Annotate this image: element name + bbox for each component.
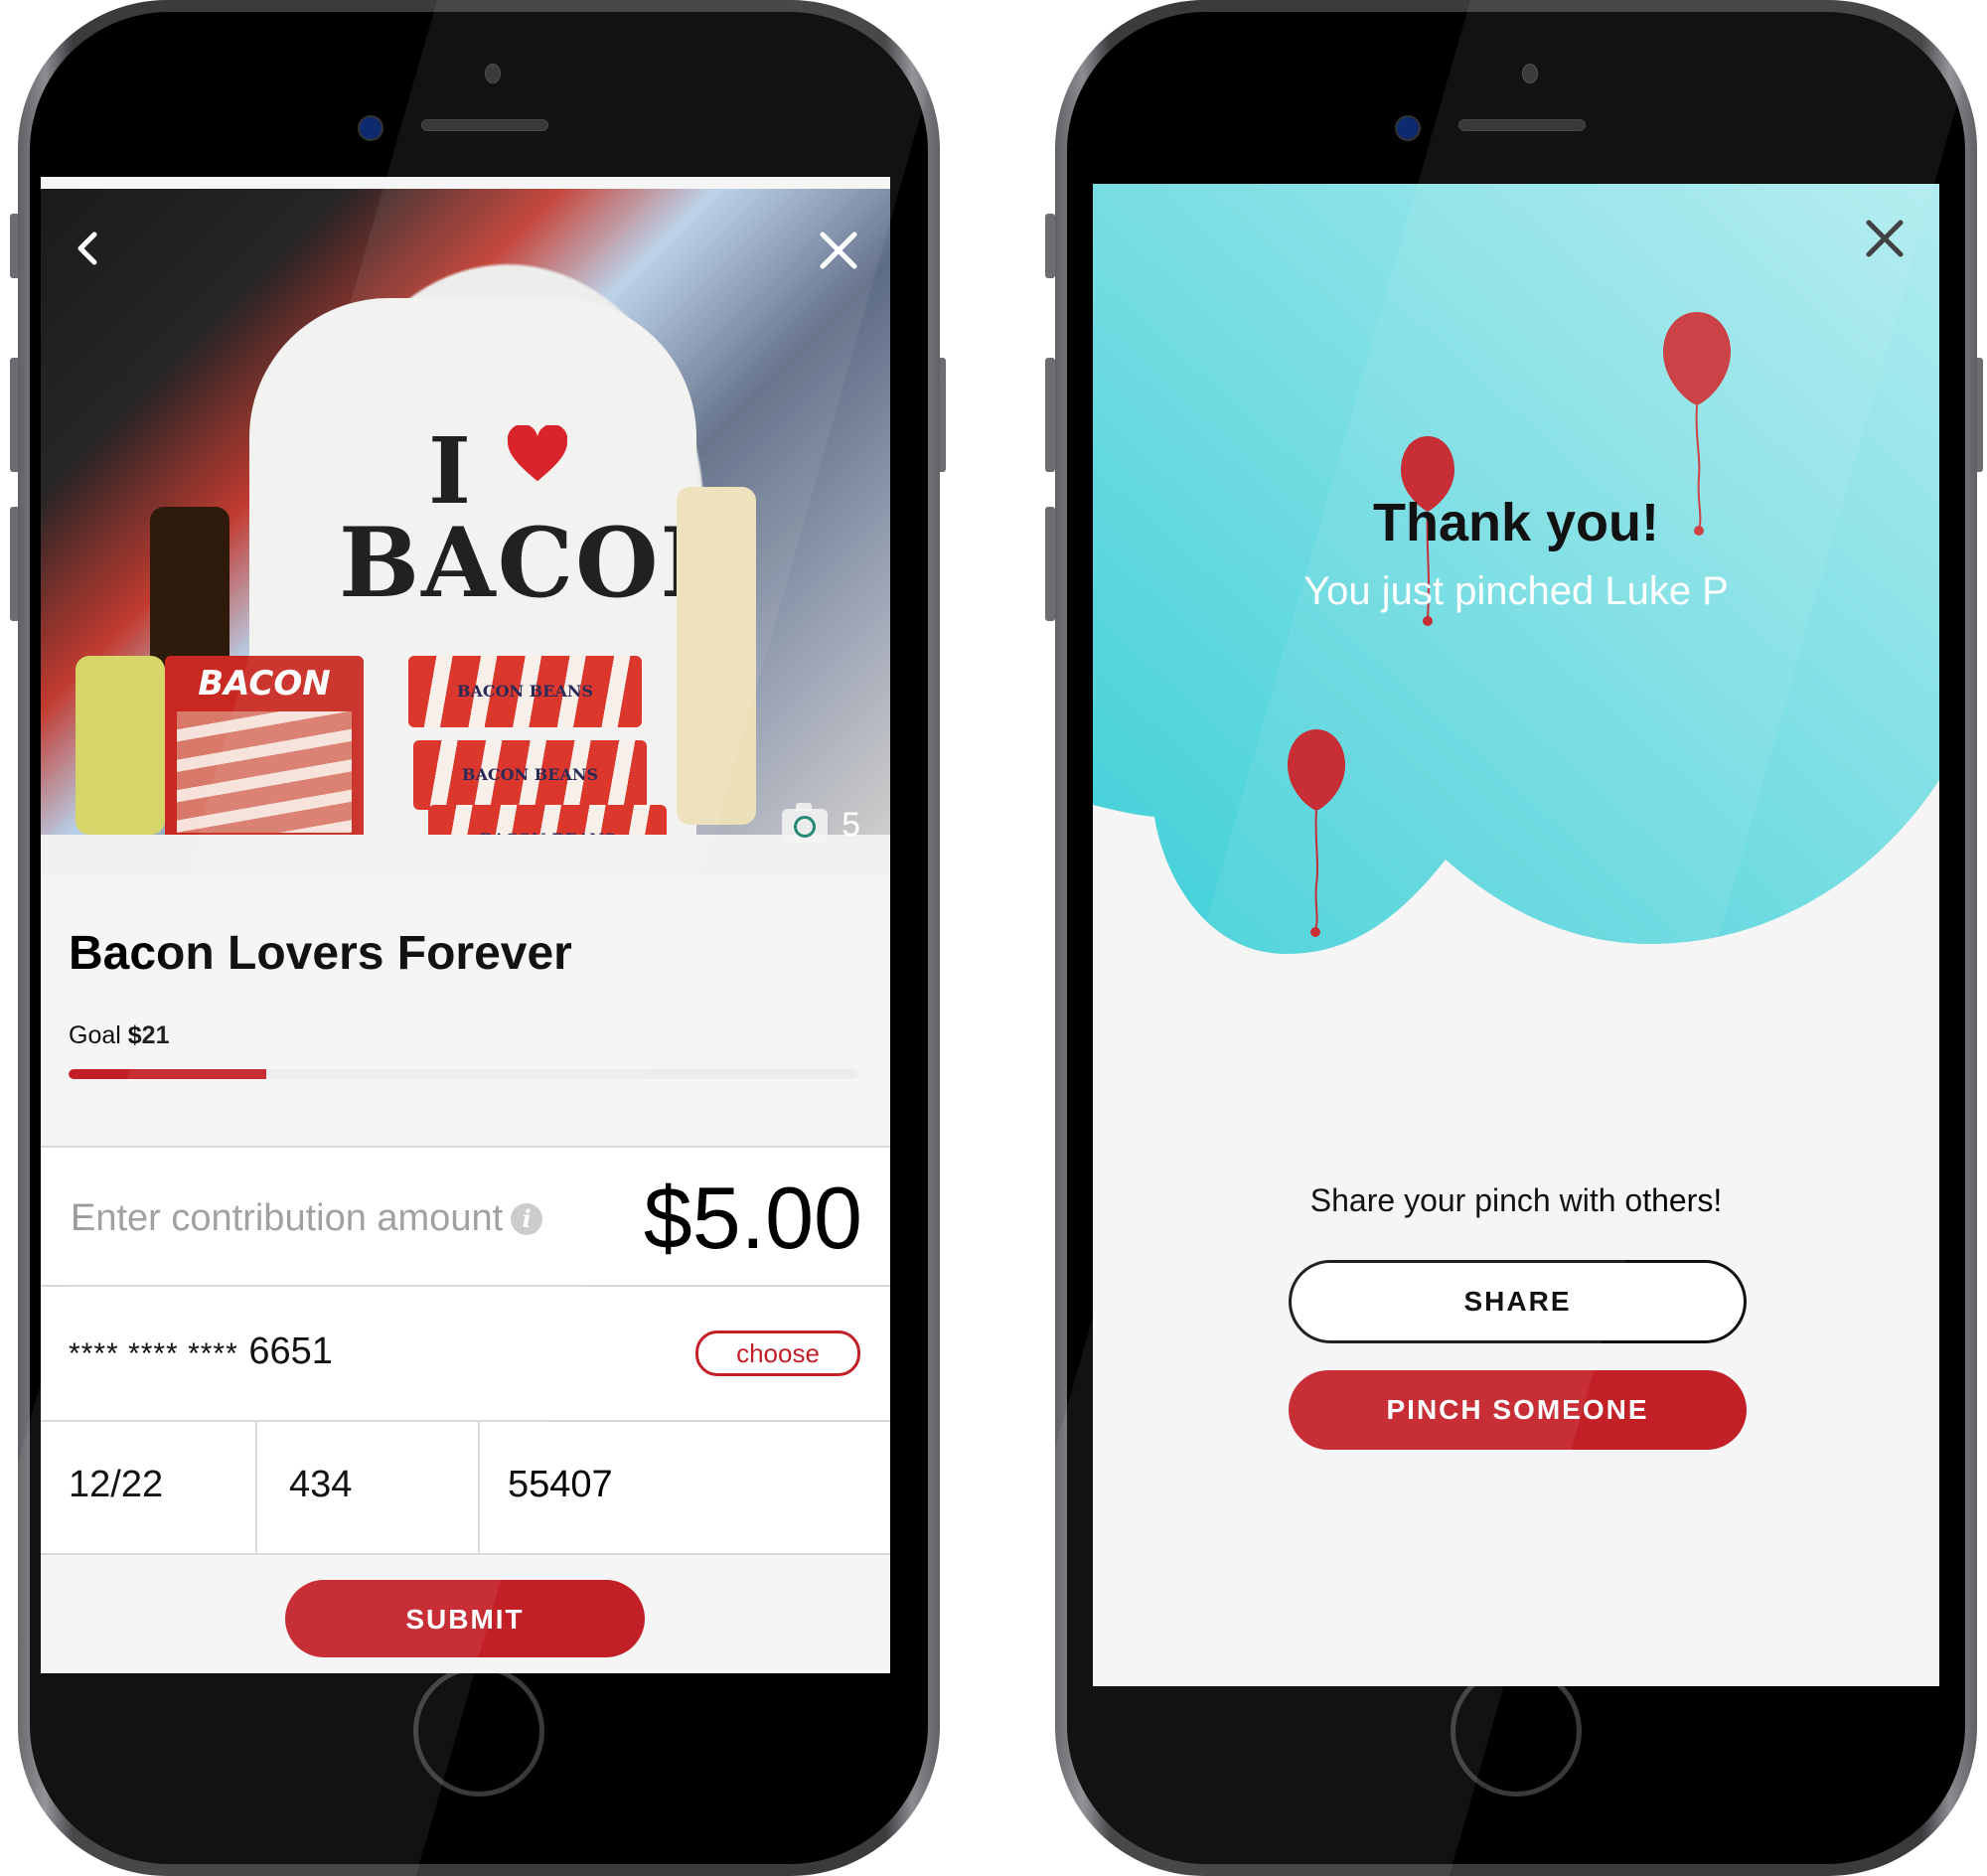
campaign-title: Bacon Lovers Forever [69,927,572,980]
proximity-sensor [1522,64,1538,83]
thank-you-title: Thank you! [1372,493,1659,552]
goal-progress-bar [69,1069,858,1079]
campaign-info: Bacon Lovers Forever Goal $21 [41,874,890,1153]
earpiece-speaker [421,119,548,131]
card-number-field[interactable]: **** **** **** 6651 [69,1330,333,1373]
close-icon[interactable] [1862,216,1908,261]
pinch-someone-button[interactable]: PINCH SOMEONE [1289,1370,1747,1450]
card-details-row: 12/22 434 55407 [41,1420,890,1555]
thank-you-screen: Thank you! You just pinched Luke P Share… [1093,184,1939,1686]
balloon-icon [1288,729,1345,937]
info-icon[interactable]: i [511,1202,543,1235]
camera-icon [782,802,829,843]
bacon-beans-box: BACON BEANS [408,656,642,727]
choose-card-button[interactable]: choose [695,1330,860,1376]
mute-switch [1045,214,1055,278]
volume-down-button [1045,507,1055,621]
submit-button[interactable]: SUBMIT [285,1580,645,1657]
goal-amount: $21 [127,1021,170,1049]
expiry-field[interactable]: 12/22 [41,1422,255,1553]
back-chevron-icon[interactable] [69,229,108,268]
contribution-screen: I BACON BACON BACON BEANS BACON BEANS BA… [41,177,890,1673]
photo-gallery-count[interactable]: 5 [782,802,860,845]
card-last4: 6651 [248,1330,333,1372]
card-number-mask: **** **** **** [69,1337,238,1370]
goal-progress-fill [69,1069,266,1079]
close-icon[interactable] [817,229,860,272]
heart-icon [508,425,567,482]
bacon-beans-box: BACON BEANS [413,740,647,810]
pinched-recipient-text: You just pinched Luke P [1303,569,1729,613]
cvv-field[interactable]: 434 [255,1422,478,1553]
home-button[interactable] [413,1665,544,1797]
water-bottle [677,487,756,825]
front-camera [358,115,383,141]
contribution-amount-row[interactable]: Enter contribution amount i $5.00 [41,1146,890,1285]
photo-count-value: 5 [841,806,860,844]
display-table [41,835,890,874]
campaign-goal: Goal $21 [69,1021,169,1050]
contribution-amount-label: Enter contribution amount i [71,1197,543,1240]
share-prompt: Share your pinch with others! [1309,1182,1723,1218]
front-camera [1395,115,1421,141]
proximity-sensor [485,64,501,83]
earpiece-speaker [1458,119,1586,131]
goal-label: Goal [69,1021,121,1049]
moonshine-jar [76,656,165,835]
campaign-photo[interactable]: I BACON BACON BACON BEANS BACON BEANS BA… [41,189,890,874]
bacon-package: BACON [165,656,364,845]
share-button[interactable]: SHARE [1289,1260,1747,1343]
zip-field[interactable]: 55407 [478,1422,890,1553]
volume-up-button [1045,358,1055,472]
contribution-amount-input[interactable]: $5.00 [644,1168,862,1269]
card-number-row: **** **** **** 6651 choose [41,1285,890,1420]
